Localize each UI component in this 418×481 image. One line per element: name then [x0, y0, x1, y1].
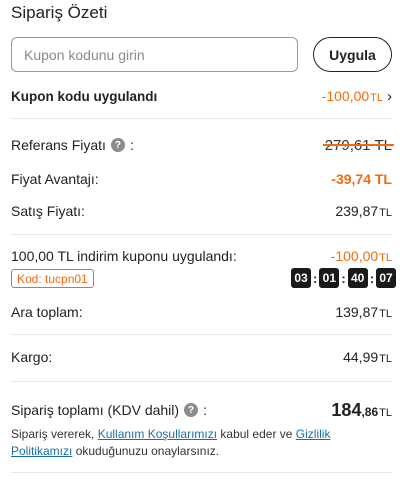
- timer-days: 03: [291, 268, 311, 288]
- sale-price-label: Satış Fiyatı:: [11, 203, 85, 219]
- discount-coupon-row: 100,00 TL indirim kuponu uygulandı: -100…: [11, 246, 392, 266]
- shipping-value: 44,99: [343, 349, 379, 365]
- help-circle-icon[interactable]: ?: [110, 138, 125, 152]
- order-total-main: 184: [331, 399, 362, 420]
- order-total-label: Sipariş toplamı (KDV dahil): [11, 402, 180, 418]
- legal-prefix: Sipariş vererek,: [11, 427, 98, 441]
- coupon-applied-label: Kupon kodu uygulandı: [11, 88, 158, 104]
- shipping-currency: TL: [379, 353, 392, 365]
- order-total-label-group: Sipariş toplamı (KDV dahil) ? :: [11, 402, 207, 418]
- subtotal-label: Ara toplam:: [11, 304, 83, 320]
- coupon-applied-row[interactable]: Kupon kodu uygulandı -100,00TL ›: [11, 86, 392, 106]
- order-total-colon: :: [203, 402, 207, 418]
- discount-coupon-amount: -100,00TL: [331, 248, 392, 264]
- order-total-currency: TL: [379, 406, 392, 419]
- subtotal-row: Ara toplam: 139,87TL: [11, 302, 392, 322]
- timer-hours: 01: [319, 268, 340, 288]
- countdown-timer: 03 : 01 : 40 : 07: [291, 268, 397, 288]
- discount-coupon-currency: TL: [379, 252, 392, 264]
- sale-price-value: 239,87: [335, 203, 379, 219]
- legal-notice: Sipariş vererek, Kullanım Koşullarımızı …: [11, 426, 392, 460]
- legal-middle: kabul eder ve: [217, 427, 296, 441]
- shipping-label: Kargo:: [11, 349, 53, 365]
- coupon-code-input[interactable]: [11, 37, 298, 72]
- apply-coupon-button[interactable]: Uygula: [313, 37, 392, 72]
- chevron-right-icon[interactable]: ›: [387, 89, 392, 104]
- order-summary-title: Sipariş Özeti: [11, 3, 108, 22]
- shipping-amount: 44,99TL: [343, 349, 392, 365]
- terms-of-use-link[interactable]: Kullanım Koşullarımızı: [98, 427, 217, 441]
- divider: [11, 118, 392, 119]
- order-total-amount: 184,86TL: [331, 400, 392, 421]
- price-advantage-row: Fiyat Avantajı: -39,74 TL: [11, 169, 392, 189]
- price-advantage-label: Fiyat Avantajı:: [11, 171, 99, 187]
- reference-price-colon: :: [129, 137, 134, 153]
- timer-minutes: 40: [347, 268, 368, 288]
- timer-seconds: 07: [376, 268, 397, 288]
- subtotal-amount: 139,87TL: [335, 304, 392, 320]
- divider: [11, 334, 392, 335]
- timer-separator: :: [369, 270, 375, 286]
- sale-price-amount: 239,87TL: [335, 203, 392, 219]
- discount-coupon-label: 100,00 TL indirim kuponu uygulandı:: [11, 248, 237, 264]
- reference-price-label-group: Referans Fiyatı ? :: [11, 137, 134, 153]
- timer-separator: :: [341, 270, 346, 286]
- coupon-applied-amount: -100,00TL ›: [322, 88, 392, 104]
- divider: [11, 472, 392, 473]
- sale-price-currency: TL: [379, 207, 392, 219]
- price-advantage-value: -39,74 TL: [331, 171, 392, 187]
- sale-price-row: Satış Fiyatı: 239,87TL: [11, 201, 392, 221]
- help-circle-icon[interactable]: ?: [184, 403, 199, 417]
- coupon-applied-currency: TL: [370, 92, 383, 104]
- subtotal-currency: TL: [379, 308, 392, 320]
- order-total-decimal: ,86: [361, 404, 379, 419]
- discount-coupon-value: -100,00: [330, 248, 379, 264]
- reference-price-label: Referans Fiyatı: [11, 137, 106, 153]
- coupon-code-badge: Kod: tucpn01: [11, 269, 94, 288]
- coupon-applied-value: -100,00: [321, 88, 370, 104]
- legal-suffix: okuduğunuzu onaylarsınız.: [72, 444, 220, 458]
- shipping-row: Kargo: 44,99TL: [11, 347, 392, 367]
- divider: [11, 381, 392, 382]
- reference-price-value: 279,61 TL: [324, 136, 392, 154]
- subtotal-value: 139,87: [335, 304, 379, 320]
- timer-separator: :: [313, 270, 318, 286]
- divider: [11, 234, 392, 235]
- order-total-row: Sipariş toplamı (KDV dahil) ? : 184,86TL: [11, 398, 392, 422]
- reference-price-row: Referans Fiyatı ? : 279,61 TL: [11, 135, 392, 155]
